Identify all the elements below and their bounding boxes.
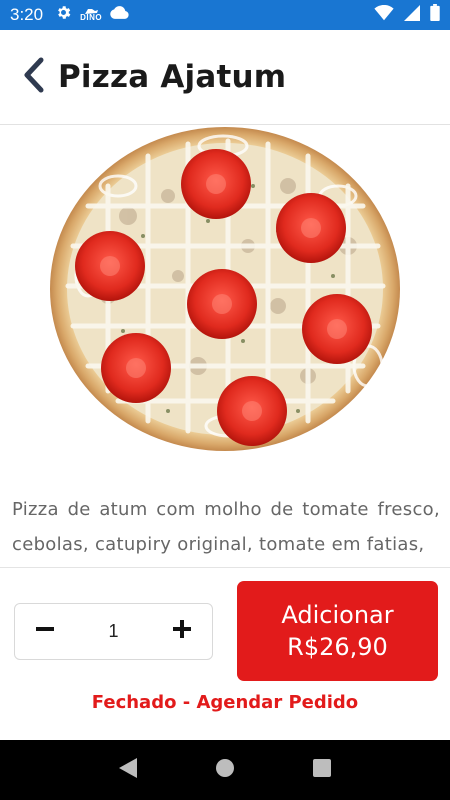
cloud-icon bbox=[110, 6, 129, 24]
nav-recents-button[interactable] bbox=[302, 750, 342, 790]
increment-button[interactable] bbox=[170, 620, 194, 644]
decrement-button[interactable] bbox=[33, 620, 57, 644]
store-status-link[interactable]: Fechado - Agendar Pedido bbox=[0, 692, 450, 713]
nav-home-button[interactable] bbox=[205, 750, 245, 790]
nav-back-button[interactable] bbox=[108, 750, 148, 790]
back-button[interactable] bbox=[18, 57, 50, 97]
battery-icon bbox=[430, 4, 440, 26]
quantity-value: 1 bbox=[108, 621, 119, 641]
quantity-stepper: 1 bbox=[14, 603, 213, 660]
page-title: Pizza Ajatum bbox=[58, 59, 287, 95]
status-icons-right bbox=[374, 4, 440, 26]
status-icons-left: DINO bbox=[55, 4, 129, 26]
add-button-price: R$26,90 bbox=[287, 633, 388, 661]
dino-label: DINO bbox=[80, 13, 103, 22]
minus-icon bbox=[36, 620, 54, 643]
system-nav-bar bbox=[0, 740, 450, 800]
dino-icon: DINO bbox=[80, 8, 102, 22]
signal-icon bbox=[404, 4, 420, 26]
recents-square-icon bbox=[312, 758, 331, 782]
divider bbox=[0, 567, 450, 568]
app-header: Pizza Ajatum bbox=[0, 30, 450, 125]
add-button-label: Adicionar bbox=[281, 601, 394, 629]
status-bar: 3:20 DINO bbox=[0, 0, 450, 30]
plus-icon bbox=[172, 620, 191, 643]
chevron-left-icon bbox=[22, 57, 46, 98]
back-triangle-icon bbox=[119, 757, 138, 783]
gear-icon bbox=[55, 4, 72, 26]
product-description: Pizza de atum com molho de tomate fresco… bbox=[12, 499, 440, 555]
status-time: 3:20 bbox=[10, 5, 44, 24]
home-circle-icon bbox=[215, 758, 235, 783]
add-to-cart-button[interactable]: Adicionar R$26,90 bbox=[237, 581, 438, 681]
wifi-icon bbox=[374, 4, 394, 26]
pizza-photo bbox=[48, 126, 402, 452]
